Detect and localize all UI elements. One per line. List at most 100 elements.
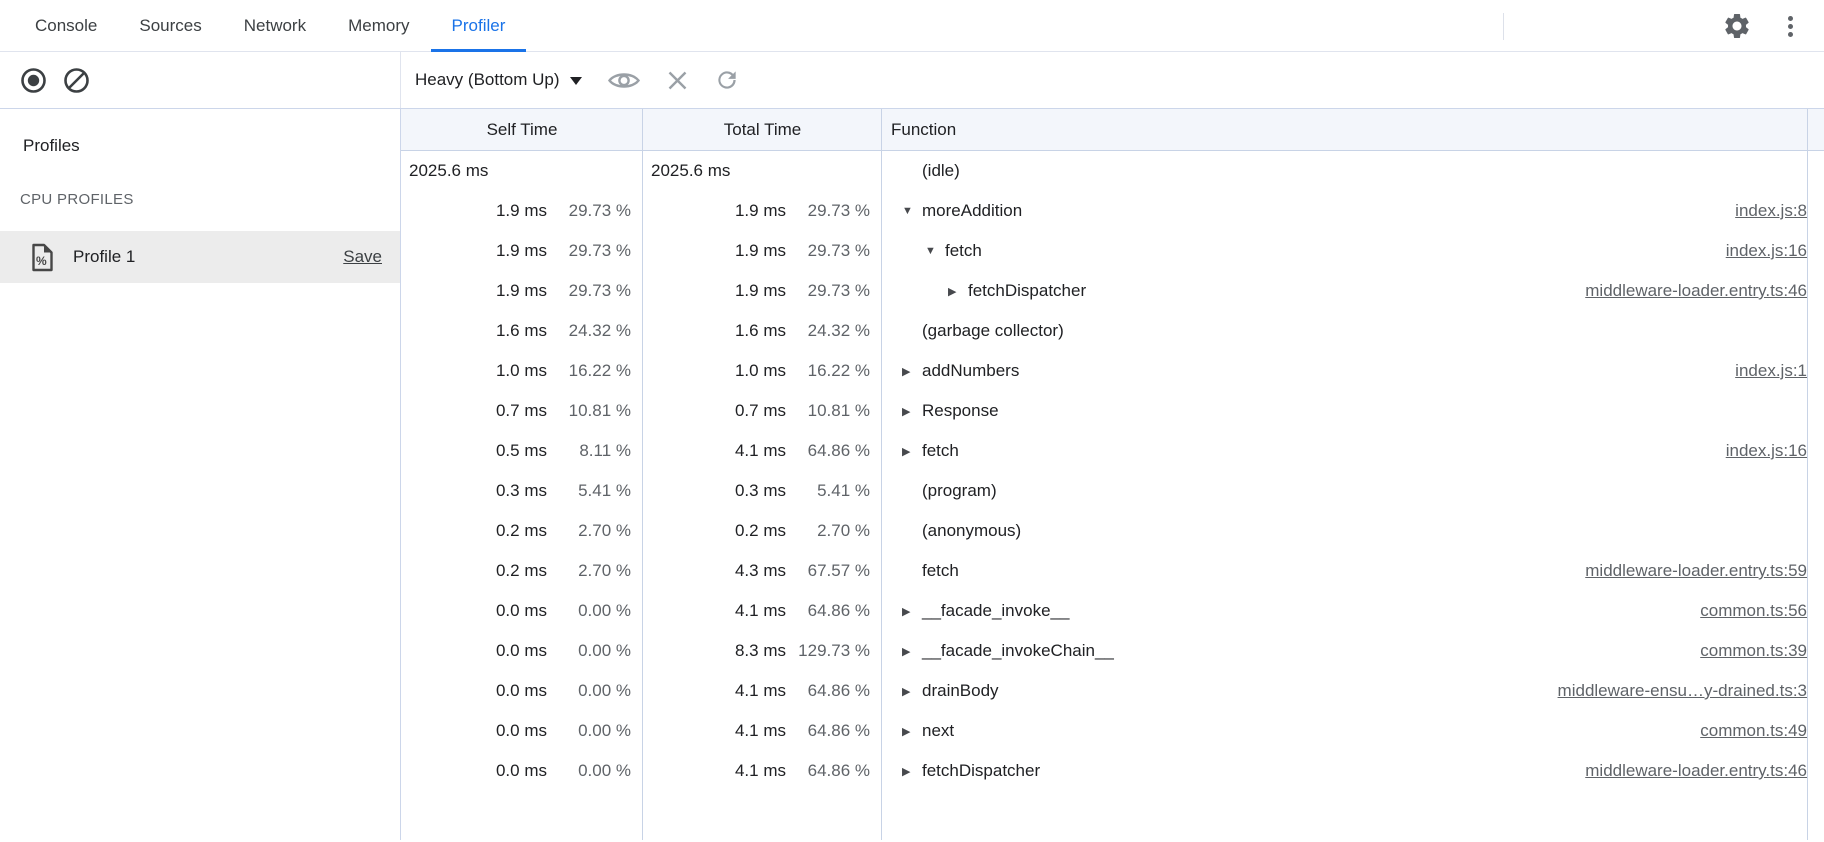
- total-time-ms: 0.2 ms: [735, 521, 786, 541]
- function-cell: ▶ fetchDispatcher middleware-loader.entr…: [882, 271, 1824, 311]
- tab-profiler[interactable]: Profiler: [431, 0, 527, 51]
- self-time-ms: 1.0 ms: [496, 361, 547, 381]
- source-location-link[interactable]: middleware-ensu…y-drained.ts:3: [1558, 681, 1807, 701]
- total-time-percent: 64.86 %: [786, 601, 870, 621]
- self-time-ms: 0.0 ms: [496, 721, 547, 741]
- table-row[interactable]: 2025.6 ms 2025.6 ms (idle): [401, 151, 1824, 191]
- profile-list-item[interactable]: % Profile 1 Save: [0, 231, 400, 283]
- restore-refresh-icon[interactable]: [714, 67, 740, 93]
- tab-memory[interactable]: Memory: [327, 0, 430, 51]
- total-time-percent: 29.73 %: [786, 201, 870, 221]
- function-name: fetch: [945, 241, 982, 261]
- table-row[interactable]: 0.2 ms 2.70 % 4.3 ms 67.57 % fetch middl…: [401, 551, 1824, 591]
- self-time-ms: 1.9 ms: [496, 281, 547, 301]
- function-name: (anonymous): [922, 521, 1021, 541]
- column-header-total-time[interactable]: Total Time: [643, 109, 882, 150]
- source-location-link[interactable]: common.ts:49: [1700, 721, 1807, 741]
- table-row[interactable]: 0.0 ms 0.00 % 4.1 ms 64.86 % ▶ fetchDisp…: [401, 751, 1824, 791]
- profile-name: Profile 1: [73, 247, 343, 267]
- expand-arrow-icon[interactable]: ▶: [902, 445, 922, 458]
- source-location-link[interactable]: index.js:16: [1726, 441, 1807, 461]
- total-time-cell: 0.2 ms 2.70 %: [643, 521, 882, 541]
- source-location-link[interactable]: common.ts:39: [1700, 641, 1807, 661]
- total-time-percent: 64.86 %: [786, 441, 870, 461]
- total-time-cell: 8.3 ms 129.73 %: [643, 641, 882, 661]
- source-location-link[interactable]: middleware-loader.entry.ts:46: [1585, 281, 1807, 301]
- view-mode-dropdown[interactable]: Heavy (Bottom Up): [415, 70, 582, 90]
- self-time-ms: 0.0 ms: [496, 641, 547, 661]
- table-row[interactable]: 1.9 ms 29.73 % 1.9 ms 29.73 % ▶ fetchDis…: [401, 271, 1824, 311]
- record-icon[interactable]: [20, 67, 47, 94]
- table-row[interactable]: 0.3 ms 5.41 % 0.3 ms 5.41 % (program): [401, 471, 1824, 511]
- self-time-percent: 16.22 %: [547, 361, 631, 381]
- self-time-ms: 0.0 ms: [496, 761, 547, 781]
- cpu-profiles-section-label: CPU PROFILES: [0, 187, 400, 213]
- function-name: Response: [922, 401, 999, 421]
- clear-icon[interactable]: [63, 67, 90, 94]
- save-profile-link[interactable]: Save: [343, 247, 382, 267]
- total-time-percent: 2.70 %: [786, 521, 870, 541]
- function-cell: (idle): [882, 151, 1824, 191]
- table-row[interactable]: 0.0 ms 0.00 % 8.3 ms 129.73 % ▶ __facade…: [401, 631, 1824, 671]
- function-cell: ▶ __facade_invoke__ common.ts:56: [882, 591, 1824, 631]
- expand-arrow-icon[interactable]: ▶: [902, 405, 922, 418]
- source-location-link[interactable]: index.js:16: [1726, 241, 1807, 261]
- source-location-link[interactable]: index.js:8: [1735, 201, 1807, 221]
- settings-gear-icon[interactable]: [1720, 10, 1754, 42]
- table-row[interactable]: 1.9 ms 29.73 % 1.9 ms 29.73 % ▼ moreAddi…: [401, 191, 1824, 231]
- function-cell: ▶ next common.ts:49: [882, 711, 1824, 751]
- table-row[interactable]: 1.0 ms 16.22 % 1.0 ms 16.22 % ▶ addNumbe…: [401, 351, 1824, 391]
- expand-arrow-icon[interactable]: ▶: [902, 605, 922, 618]
- function-name: __facade_invoke__: [922, 601, 1069, 621]
- total-time-cell: 4.1 ms 64.86 %: [643, 681, 882, 701]
- table-row[interactable]: 0.2 ms 2.70 % 0.2 ms 2.70 % (anonymous): [401, 511, 1824, 551]
- total-time-percent: 29.73 %: [786, 241, 870, 261]
- table-row[interactable]: 0.5 ms 8.11 % 4.1 ms 64.86 % ▶ fetch ind…: [401, 431, 1824, 471]
- expand-arrow-icon[interactable]: ▶: [948, 285, 968, 298]
- expand-arrow-icon[interactable]: ▶: [902, 645, 922, 658]
- total-time-cell: 4.1 ms 64.86 %: [643, 601, 882, 621]
- tab-console[interactable]: Console: [14, 0, 118, 51]
- expand-arrow-icon[interactable]: ▶: [902, 765, 922, 778]
- expand-arrow-icon[interactable]: ▶: [902, 365, 922, 378]
- self-time-percent: 2.70 %: [547, 561, 631, 581]
- table-row[interactable]: 1.9 ms 29.73 % 1.9 ms 29.73 % ▼ fetch in…: [401, 231, 1824, 271]
- table-row[interactable]: 0.7 ms 10.81 % 0.7 ms 10.81 % ▶ Response: [401, 391, 1824, 431]
- table-row[interactable]: 0.0 ms 0.00 % 4.1 ms 64.86 % ▶ next comm…: [401, 711, 1824, 751]
- profile-document-icon: %: [30, 243, 55, 272]
- more-vertical-dots-icon[interactable]: [1782, 12, 1798, 40]
- exclude-x-icon[interactable]: [666, 69, 689, 92]
- column-header-function[interactable]: Function: [882, 109, 1824, 150]
- expand-arrow-icon[interactable]: ▼: [902, 205, 922, 217]
- function-cell: ▶ fetchDispatcher middleware-loader.entr…: [882, 751, 1824, 791]
- tab-network[interactable]: Network: [223, 0, 327, 51]
- total-time-ms: 4.1 ms: [735, 681, 786, 701]
- source-location-link[interactable]: middleware-loader.entry.ts:46: [1585, 761, 1807, 781]
- expand-arrow-icon[interactable]: ▶: [902, 685, 922, 698]
- total-time-ms: 0.7 ms: [735, 401, 786, 421]
- total-time-cell: 4.1 ms 64.86 %: [643, 721, 882, 741]
- total-time-percent: 16.22 %: [786, 361, 870, 381]
- grid-header-row: Self Time Total Time Function: [401, 109, 1824, 151]
- expand-arrow-icon[interactable]: ▶: [902, 725, 922, 738]
- self-time-percent: 24.32 %: [547, 321, 631, 341]
- source-location-link[interactable]: common.ts:56: [1700, 601, 1807, 621]
- self-time-cell: 0.2 ms 2.70 %: [401, 521, 643, 541]
- source-location-link[interactable]: middleware-loader.entry.ts:59: [1585, 561, 1807, 581]
- total-time-ms: 4.1 ms: [735, 761, 786, 781]
- total-time-cell: 1.9 ms 29.73 %: [643, 241, 882, 261]
- table-row[interactable]: 1.6 ms 24.32 % 1.6 ms 24.32 % (garbage c…: [401, 311, 1824, 351]
- focus-eye-icon[interactable]: [607, 68, 641, 93]
- self-time-percent: 29.73 %: [547, 201, 631, 221]
- source-location-link[interactable]: index.js:1: [1735, 361, 1807, 381]
- total-time-ms: 8.3 ms: [735, 641, 786, 661]
- expand-arrow-icon[interactable]: ▼: [925, 245, 945, 257]
- tab-sources[interactable]: Sources: [118, 0, 222, 51]
- table-row[interactable]: 0.0 ms 0.00 % 4.1 ms 64.86 % ▶ __facade_…: [401, 591, 1824, 631]
- column-header-self-time[interactable]: Self Time: [401, 109, 643, 150]
- self-time-percent: 10.81 %: [547, 401, 631, 421]
- self-time-ms: 0.0 ms: [496, 601, 547, 621]
- total-time-ms: 0.3 ms: [735, 481, 786, 501]
- table-row[interactable]: 0.0 ms 0.00 % 4.1 ms 64.86 % ▶ drainBody…: [401, 671, 1824, 711]
- panel-tabs: Console Sources Network Memory Profiler: [14, 0, 526, 51]
